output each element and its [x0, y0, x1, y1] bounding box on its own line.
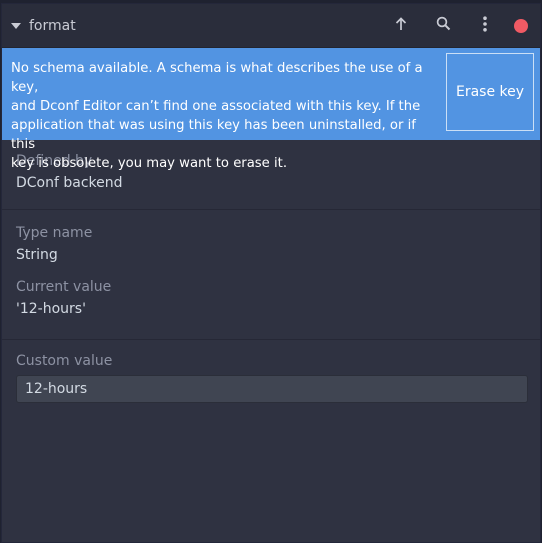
type-name-label: Type name [16, 225, 93, 241]
pan-down-icon [11, 22, 21, 29]
no-schema-infobar: No schema available. A schema is what de… [2, 48, 540, 171]
vertical-ellipsis-icon [482, 15, 488, 36]
defined-by-value: DConf backend [16, 175, 123, 191]
header-bar: format [2, 4, 540, 48]
current-value-value: '12-hours' [16, 301, 86, 317]
infobar-message-line: application that was using this key has … [11, 118, 416, 152]
custom-value-section: Custom value 12-hours [2, 340, 540, 403]
header-actions [380, 4, 540, 47]
type-and-value-section: Type name String Current value '12-hours… [2, 210, 540, 340]
infobar-message-line: No schema available. A schema is what de… [11, 61, 423, 95]
close-window-button[interactable] [514, 18, 528, 33]
up-arrow-icon [394, 16, 408, 35]
dconf-editor-window: format No schema available. A schema is … [1, 3, 541, 543]
infobar-message: No schema available. A schema is what de… [11, 59, 437, 173]
custom-value-input[interactable]: 12-hours [16, 375, 528, 403]
erase-key-button[interactable]: Erase key [446, 53, 534, 131]
window-title: format [29, 17, 76, 34]
main-menu-button[interactable] [464, 4, 506, 48]
go-up-button[interactable] [380, 4, 422, 48]
infobar-message-line: key is obsolete, you may want to erase i… [11, 156, 288, 171]
current-value-label: Current value [16, 279, 112, 295]
key-title-menu-button[interactable]: format [2, 4, 76, 47]
type-name-value: String [16, 247, 58, 263]
search-icon [436, 16, 451, 35]
infobar-message-line: and Dconf Editor can’t find one associat… [11, 99, 421, 114]
custom-value-label: Custom value [16, 353, 113, 369]
search-button[interactable] [422, 4, 464, 48]
